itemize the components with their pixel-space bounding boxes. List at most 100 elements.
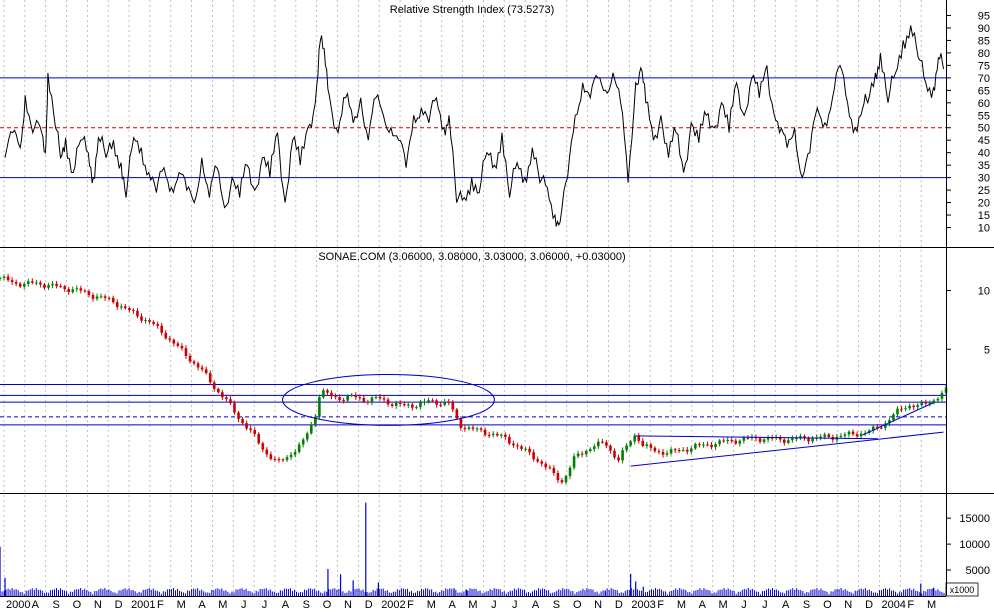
x-tick-label: J: [241, 599, 247, 610]
candle-body: [107, 297, 111, 299]
x-tick-label: A: [699, 599, 707, 610]
candle-body: [694, 444, 697, 449]
candle-body: [508, 436, 511, 444]
candle-body: [354, 394, 358, 398]
candle-body: [261, 443, 265, 450]
x-tick-label: M: [719, 599, 728, 610]
candle-body: [63, 286, 66, 290]
candle-body: [597, 441, 600, 447]
candle-body: [225, 397, 228, 400]
candle-body: [229, 399, 232, 404]
candle-body: [588, 449, 592, 452]
candle-body: [706, 444, 709, 446]
candle-body: [617, 457, 620, 461]
candle-body: [334, 396, 337, 398]
candle-body: [398, 402, 402, 405]
rsi-panel: Relative Strength Index (73.5273) 101520…: [0, 4, 990, 235]
x-tick-label: S: [52, 599, 59, 610]
candle-body: [641, 440, 645, 446]
rsi-tick-label: 90: [978, 23, 990, 35]
candle-body: [241, 418, 244, 424]
candle-body: [293, 452, 297, 455]
candle-body: [378, 396, 382, 399]
x-tick-label: S: [303, 599, 310, 610]
candle-body: [281, 459, 285, 461]
candle-body: [342, 400, 345, 402]
x-tick-label: A: [282, 599, 290, 610]
candle-body: [483, 429, 487, 435]
x-tick-label: A: [32, 599, 40, 610]
candle-body: [277, 459, 281, 461]
candle-body: [782, 439, 786, 443]
candle-body: [681, 449, 685, 451]
candle-body: [459, 418, 463, 428]
rsi-y-axis: 101520253035404550556065707580859095: [946, 10, 990, 235]
candle-body: [787, 440, 790, 443]
candle-body: [382, 398, 386, 400]
x-tick-label: A: [532, 599, 540, 610]
candle-body: [386, 399, 390, 405]
candle-body: [811, 438, 814, 442]
candle-body: [556, 473, 560, 481]
candle-body: [362, 397, 366, 402]
volume-panel: 5000 10000 15000 x1000: [0, 502, 990, 597]
x-tick-label: O: [573, 599, 582, 610]
candle-body: [633, 435, 637, 442]
candle-body: [714, 444, 717, 448]
candle-body: [136, 310, 139, 317]
candle-body: [148, 320, 151, 322]
candle-body: [936, 398, 940, 401]
candle-body: [685, 449, 689, 452]
candle-body: [79, 288, 83, 291]
candle-body: [795, 438, 798, 440]
volume-tick-label: 10000: [959, 539, 990, 551]
candle-body: [75, 288, 79, 290]
candle-body: [746, 437, 750, 439]
candle-body: [823, 434, 827, 437]
candle-body: [285, 457, 289, 460]
candle-body: [164, 332, 168, 339]
candle-body: [99, 296, 103, 298]
candle-body: [572, 456, 576, 468]
candle-body: [584, 451, 588, 455]
candle-body: [690, 448, 693, 452]
volume-tick-label: 15000: [959, 513, 990, 525]
candle-body: [176, 343, 180, 346]
candle-body: [722, 440, 725, 442]
rsi-tick-label: 25: [978, 185, 990, 197]
candle-body: [196, 363, 200, 368]
candle-body: [253, 429, 256, 434]
candle-body: [504, 434, 507, 437]
candle-body: [710, 444, 713, 448]
x-tick-label: D: [865, 599, 873, 610]
candle-body: [156, 323, 159, 326]
candle-body: [592, 446, 596, 450]
candle-body: [738, 440, 742, 444]
candle-body: [512, 443, 515, 446]
candle-body: [67, 289, 71, 293]
candle-body: [924, 402, 928, 404]
x-tick-label: A: [198, 599, 206, 610]
candle-body: [31, 281, 34, 283]
x-tick-label: A: [448, 599, 456, 610]
candle-body: [916, 405, 920, 408]
trendline: [862, 402, 934, 436]
candle-body: [649, 444, 653, 448]
candle-body: [447, 401, 451, 403]
candle-body: [475, 428, 479, 430]
candle-body: [318, 397, 321, 417]
candle-body: [249, 428, 252, 430]
candle-body: [168, 338, 172, 340]
candle-body: [524, 448, 527, 450]
candle-body: [124, 306, 127, 309]
candle-body: [702, 444, 705, 446]
x-tick-label: F: [907, 599, 914, 610]
candle-body: [516, 445, 519, 447]
candle-body: [859, 433, 863, 437]
candle-body: [540, 461, 544, 464]
x-tick-label: M: [927, 599, 936, 610]
rsi-tick-label: 30: [978, 173, 990, 185]
price-tick-label: 5: [984, 344, 990, 356]
candle-body: [439, 404, 442, 406]
candle-body: [6, 276, 10, 281]
